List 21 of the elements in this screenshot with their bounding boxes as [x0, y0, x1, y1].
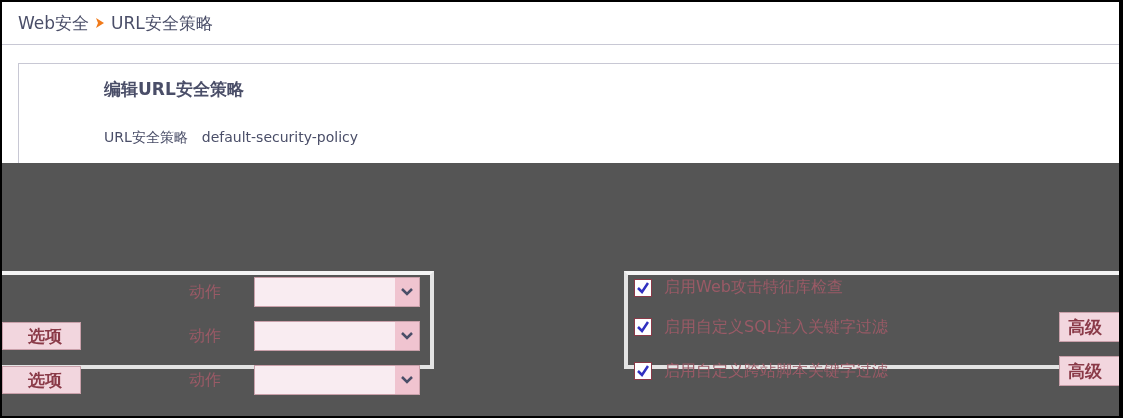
chevron-icon: [95, 17, 106, 29]
caret-icon: [395, 366, 419, 394]
policy-label: URL安全策略: [104, 129, 188, 147]
action-label: 动作: [188, 281, 222, 303]
advanced-button[interactable]: 高级: [1059, 312, 1119, 342]
action-label: 动作: [189, 325, 223, 347]
checkbox[interactable]: [634, 278, 652, 297]
options-button[interactable]: 选项: [2, 366, 82, 394]
checkbox[interactable]: [634, 362, 652, 380]
checkbox-label: 启用Web攻击特征库检查: [664, 277, 844, 298]
options-button[interactable]: 选项: [2, 322, 82, 350]
breadcrumb-item[interactable]: Web安全: [18, 11, 90, 35]
page-title: 编辑URL安全策略: [104, 78, 245, 101]
policy-name: default-security-policy: [201, 129, 358, 147]
advanced-button[interactable]: 高级: [1059, 356, 1119, 386]
checkbox[interactable]: [634, 318, 652, 336]
action-label: 动作: [189, 369, 223, 391]
caret-icon: [395, 322, 419, 350]
checkbox-label: 启用自定义SQL注入关键字过滤: [664, 316, 889, 338]
caret-icon: [395, 278, 419, 306]
breadcrumb-item: URL安全策略: [111, 11, 213, 35]
